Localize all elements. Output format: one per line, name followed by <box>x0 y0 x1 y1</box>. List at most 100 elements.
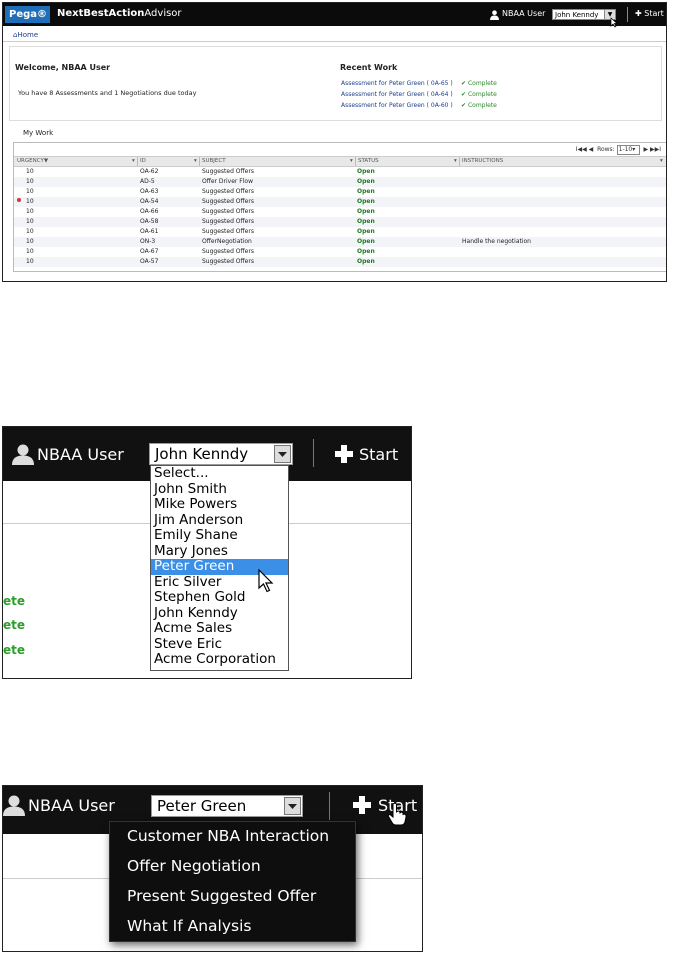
table-row[interactable]: 10 ON-3 OfferNegotiation Open Handle the neg… <box>14 237 666 247</box>
first-page-button[interactable]: I◀◀ <box>576 146 587 153</box>
cell-id[interactable]: OA-67 <box>140 248 158 255</box>
dropdown-option[interactable]: Acme Sales <box>151 620 288 637</box>
dropdown-option[interactable]: Select... <box>151 465 288 482</box>
cell-id[interactable]: ON-3 <box>140 238 155 245</box>
cell-id[interactable]: OA-57 <box>140 258 158 265</box>
start-menu-item[interactable]: Present Suggested Offer <box>127 887 316 905</box>
cell-status: Open <box>357 238 375 245</box>
customer-select[interactable]: Peter Green <box>151 795 303 817</box>
start-menu-item[interactable]: Customer NBA Interaction <box>127 827 329 845</box>
cell-id[interactable]: OA-61 <box>140 228 158 235</box>
app-title: NextBestActionAdvisor <box>57 8 182 19</box>
recent-work-status: ✔ Complete <box>461 102 497 109</box>
overview-screenshot: Pega® 7 NextBestActionAdvisor NBAA User … <box>2 2 667 282</box>
start-menu-item[interactable]: What If Analysis <box>127 917 251 935</box>
customer-dropdown-screenshot: NBAA User John Kenndy Start ete ete ete … <box>2 426 412 679</box>
last-page-button[interactable]: ▶▶I <box>650 146 661 153</box>
dropdown-option[interactable]: Jim Anderson <box>151 512 288 529</box>
cell-id[interactable]: AD-5 <box>140 178 155 185</box>
plus-icon[interactable] <box>353 796 371 814</box>
dropdown-option[interactable]: John Kenndy <box>151 605 288 622</box>
dropdown-option[interactable]: Mike Powers <box>151 496 288 513</box>
table-row[interactable]: 10 OA-58 Suggested Offers Open <box>14 217 666 227</box>
recent-work-status: ✔ Complete <box>461 91 497 98</box>
customer-select[interactable]: John Kenndy ▼ <box>552 9 616 20</box>
cell-id[interactable]: OA-66 <box>140 208 158 215</box>
cell-urgency: 10 <box>26 258 34 265</box>
plus-icon[interactable] <box>335 445 353 463</box>
customer-dropdown-list[interactable]: Select... John Smith Mike Powers Jim And… <box>150 465 289 671</box>
user-label[interactable]: NBAA User <box>37 445 124 464</box>
column-divider <box>355 157 356 166</box>
start-button[interactable]: ✚ Start <box>635 9 664 18</box>
recent-work-link[interactable]: Assessment for Peter Green ( 0A-65 ) <box>341 80 453 87</box>
rows-select-value: 1-10 <box>618 146 633 153</box>
column-divider <box>459 157 460 166</box>
cell-status: Open <box>357 178 375 185</box>
recent-work-link[interactable]: Assessment for Peter Green ( 0A-60 ) <box>341 102 453 109</box>
cell-id[interactable]: OA-63 <box>140 188 158 195</box>
cell-status: Open <box>357 258 375 265</box>
toolbar-divider <box>313 439 314 467</box>
checkmark-icon: ✔ <box>461 91 467 98</box>
cell-id[interactable]: OA-58 <box>140 218 158 225</box>
cell-urgency: 10 <box>26 218 34 225</box>
user-icon <box>12 444 34 465</box>
table-row[interactable]: 10 OA-54 Suggested Offers Open <box>14 197 666 207</box>
customer-select[interactable]: John Kenndy <box>149 443 293 465</box>
table-row[interactable]: 10 OA-67 Suggested Offers Open <box>14 247 666 257</box>
cell-status: Open <box>357 168 375 175</box>
recent-work-link[interactable]: Assessment for Peter Green ( 0A-64 ) <box>341 91 453 98</box>
dropdown-option[interactable]: John Smith <box>151 481 288 498</box>
table-row[interactable]: 10 OA-63 Suggested Offers Open <box>14 187 666 197</box>
user-label[interactable]: NBAA User <box>502 9 545 18</box>
column-filter-icon[interactable]: ▾ <box>194 158 197 164</box>
toolbar-divider <box>329 792 330 820</box>
dropdown-option[interactable]: Emily Shane <box>151 527 288 544</box>
cell-subject: Suggested Offers <box>202 208 254 215</box>
column-filter-icon[interactable]: ▾ <box>454 158 457 164</box>
customer-select-value: John Kenndy <box>155 445 249 463</box>
rows-select[interactable]: 1-10▾ <box>616 145 640 155</box>
table-row[interactable]: 10 OA-57 Suggested Offers Open <box>14 257 666 267</box>
chevron-down-icon[interactable] <box>274 445 291 463</box>
user-icon <box>490 10 499 20</box>
pega-logo: Pega® 7 <box>5 6 50 37</box>
mouse-pointer-icon <box>610 17 618 28</box>
column-header-status[interactable]: STATUS <box>358 158 379 164</box>
start-menu-screenshot: NBAA User Peter Green Start Customer NBA… <box>2 785 423 952</box>
chevron-down-icon[interactable] <box>284 797 301 815</box>
dropdown-option[interactable]: Steve Eric <box>151 636 288 653</box>
next-page-button[interactable]: ▶ <box>643 146 648 153</box>
column-filter-icon[interactable]: ▾ <box>350 158 353 164</box>
start-button[interactable]: Start <box>359 445 398 464</box>
start-menu-item[interactable]: Offer Negotiation <box>127 857 261 875</box>
recent-work-title: Recent Work <box>340 63 398 72</box>
column-label: URGENCY <box>17 158 44 164</box>
cell-status: Open <box>357 248 375 255</box>
cell-status: Open <box>357 228 375 235</box>
table-row[interactable]: 10 OA-66 Suggested Offers Open <box>14 207 666 217</box>
dropdown-option[interactable]: Acme Corporation <box>151 651 288 668</box>
column-header-instructions[interactable]: INSTRUCTIONS <box>462 158 503 164</box>
column-filter-icon[interactable]: ▾ <box>660 158 663 164</box>
column-filter-icon[interactable]: ▾ <box>132 158 135 164</box>
cell-subject: Suggested Offers <box>202 248 254 255</box>
cell-id[interactable]: OA-62 <box>140 168 158 175</box>
cell-id[interactable]: OA-54 <box>140 198 158 205</box>
column-header-subject[interactable]: SUBJECT <box>202 158 226 164</box>
table-row[interactable]: 10 OA-61 Suggested Offers Open <box>14 227 666 237</box>
table-row[interactable]: 10 OA-62 Suggested Offers Open <box>14 167 666 177</box>
cell-subject: Offer Driver Flow <box>202 178 253 185</box>
prev-page-button[interactable]: ◀ <box>589 146 594 153</box>
column-header-id[interactable]: ID <box>140 158 146 164</box>
table-row[interactable]: 10 AD-5 Offer Driver Flow Open <box>14 177 666 187</box>
breadcrumb[interactable]: ⌂Home <box>13 31 38 39</box>
column-header-urgency[interactable]: URGENCY▼ <box>17 158 48 164</box>
start-label: Start <box>644 9 664 18</box>
user-label[interactable]: NBAA User <box>28 796 115 815</box>
dropdown-option[interactable]: Mary Jones <box>151 543 288 560</box>
breadcrumb-home[interactable]: Home <box>17 31 38 39</box>
cell-instructions: Handle the negotiation <box>462 238 531 245</box>
cell-status: Open <box>357 218 375 225</box>
